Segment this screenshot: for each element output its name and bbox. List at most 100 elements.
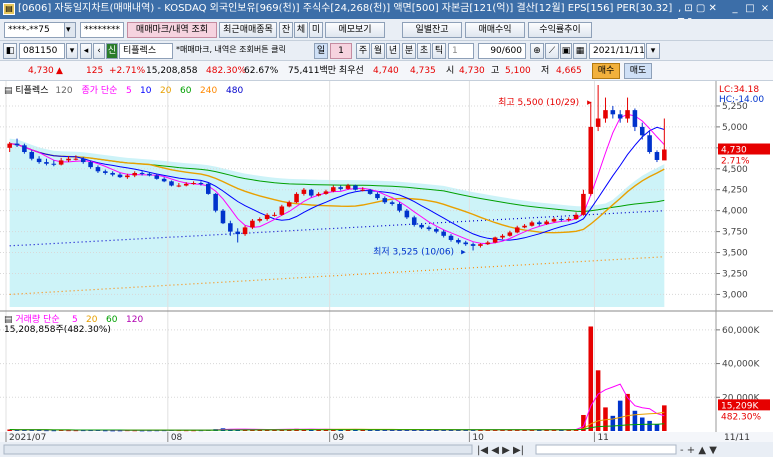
profit-trend-button[interactable]: 수익률추이 — [528, 22, 592, 38]
candle-body — [544, 221, 549, 225]
candle-body — [110, 172, 115, 175]
x-tick-label: 08 — [171, 433, 183, 443]
zoom-buttons[interactable]: - + ▲ ▼ — [680, 445, 717, 456]
candle-body — [323, 191, 329, 194]
title-bar: ▤ [0606] 자동일지차트(매매내역) - KOSDAQ 외국인보유[969… — [0, 0, 773, 28]
close-button[interactable]: × — [758, 2, 772, 16]
x-tick-label: 11 — [597, 433, 608, 443]
priority-label: 75,411백만 최우선 — [288, 66, 364, 76]
candle-body — [272, 214, 277, 216]
scroll-nav-icons[interactable]: |◀ ◀ ▶ ▶| — [477, 445, 524, 456]
ma-legend-item: 480 — [226, 86, 243, 96]
candle-body — [456, 239, 461, 243]
volume-ratio: 482.30% — [206, 66, 247, 76]
daily-balance-button[interactable]: 일별잔고 — [402, 22, 462, 38]
high-arrow-icon: ▸ — [587, 98, 592, 108]
password-field[interactable]: ******** — [80, 22, 124, 38]
tick-number-input[interactable]: 1 — [448, 43, 474, 59]
candle-body — [382, 198, 388, 203]
current-price-tag-text: 4,730 — [721, 146, 747, 156]
trend-tool-icon[interactable]: ⟋ — [545, 43, 559, 59]
prev-icon[interactable]: ‹ — [93, 43, 105, 59]
sell-button[interactable]: 매도 — [624, 63, 652, 79]
period-second-button[interactable]: 초 — [417, 43, 431, 59]
candle-body — [29, 152, 35, 159]
period-year-button[interactable]: 년 — [386, 43, 400, 59]
candle-body — [213, 193, 218, 211]
x-axis-bg — [0, 432, 773, 442]
high-annotation: 최고 5,500 (10/29) — [498, 97, 579, 108]
recent-trades-button[interactable]: 최근매매종목 — [219, 22, 277, 38]
period-day-button[interactable]: 일 — [314, 43, 328, 59]
candle-body — [95, 167, 101, 172]
app-icon: ▤ — [3, 3, 15, 15]
chevron-down-icon[interactable]: ▾ — [64, 22, 76, 38]
candle-body — [7, 143, 12, 148]
date-input[interactable]: 2021/11/11 — [589, 43, 645, 59]
speaker-icon[interactable]: ◂ — [80, 43, 92, 59]
candle-body — [169, 181, 174, 186]
volume-legend-item: 60 — [106, 315, 118, 325]
tab-executed[interactable]: 체 — [294, 22, 308, 38]
calendar-icon[interactable]: ▦ — [573, 43, 587, 59]
price-tick-label: 4,250 — [722, 186, 748, 196]
period-minute-button[interactable]: 분 — [402, 43, 416, 59]
candle-body — [308, 189, 314, 196]
stock-dropdown-icon[interactable]: ▾ — [66, 43, 78, 59]
candle-body — [375, 193, 380, 199]
volume-grid — [0, 329, 716, 398]
candle-body — [58, 160, 64, 165]
price-panel-stock-label: ▤ 티플렉스 120 종가 단순 — [4, 85, 117, 96]
date-dropdown-icon[interactable]: ▾ — [646, 43, 660, 59]
period-number-select[interactable]: 1 — [330, 43, 352, 59]
tab-unexecuted[interactable]: 미 — [309, 22, 323, 38]
volume-ma5-line — [9, 383, 665, 431]
count-input[interactable]: 90/600 — [478, 43, 526, 59]
x-tick-label: 09 — [333, 433, 345, 443]
chart-type-icon[interactable]: ◧ — [3, 43, 17, 59]
x-right-label: 11/11 — [724, 433, 750, 443]
volume-title-icon: ▤ — [4, 315, 15, 325]
period-week-button[interactable]: 주 — [356, 43, 370, 59]
low-annotation: 최저 3,525 (10/06) — [373, 246, 454, 257]
candle-body — [581, 193, 586, 215]
current-pct-tag-text: 2.71% — [721, 157, 750, 167]
ma-legend-item: 10 — [140, 86, 152, 96]
up-arrow-icon: ▲ — [56, 66, 63, 76]
window-tools[interactable]: , ⊡ ▢ ✕ T ? — [678, 2, 724, 28]
memo-view-button[interactable]: 메모보기 — [325, 22, 385, 38]
period-tick-button[interactable]: 틱 — [432, 43, 446, 59]
maximize-button[interactable]: □ — [743, 2, 757, 16]
volume-bar — [654, 424, 660, 431]
candle-body — [632, 110, 638, 127]
candle-body — [161, 178, 167, 182]
buy-button[interactable]: 매수 — [592, 63, 620, 79]
trade-mark-query-button[interactable]: 매매마크/내역 조회 — [127, 22, 217, 38]
ma-legend-item: 60 — [180, 86, 192, 96]
price-ma-label: 종가 단순 — [81, 85, 117, 96]
candle-body — [448, 235, 454, 240]
candle-body — [294, 193, 299, 203]
zoom-slider[interactable] — [535, 444, 677, 455]
minimize-button[interactable]: _ — [728, 2, 742, 16]
stock-code-input[interactable]: 081150 — [19, 43, 65, 59]
save-icon[interactable]: ▣ — [560, 43, 572, 59]
candle-body — [154, 175, 160, 179]
candle-body — [367, 189, 373, 194]
scroll-track[interactable] — [3, 444, 473, 455]
stock-chart[interactable]: 5,2505,0004,7504,5004,2504,0003,7503,500… — [0, 81, 773, 457]
candle-body — [639, 126, 645, 136]
trade-profit-button[interactable]: 매매수익 — [465, 22, 525, 38]
price-tick-label: 3,000 — [722, 290, 748, 300]
low-price: 4,665 — [556, 66, 582, 76]
candle-body — [14, 143, 20, 146]
quote-bar: 4,730 ▲ 125 +2.71% 15,208,858 482.30% 62… — [0, 61, 773, 81]
candle-body — [522, 225, 527, 228]
zoom-icon[interactable]: ⊕ — [530, 43, 544, 59]
candle-body — [147, 173, 152, 176]
price-period: 120 — [55, 86, 72, 96]
credit-icon: 신 — [106, 43, 118, 59]
tab-balance[interactable]: 잔 — [279, 22, 293, 38]
candle-body — [301, 189, 307, 194]
period-month-button[interactable]: 월 — [371, 43, 385, 59]
